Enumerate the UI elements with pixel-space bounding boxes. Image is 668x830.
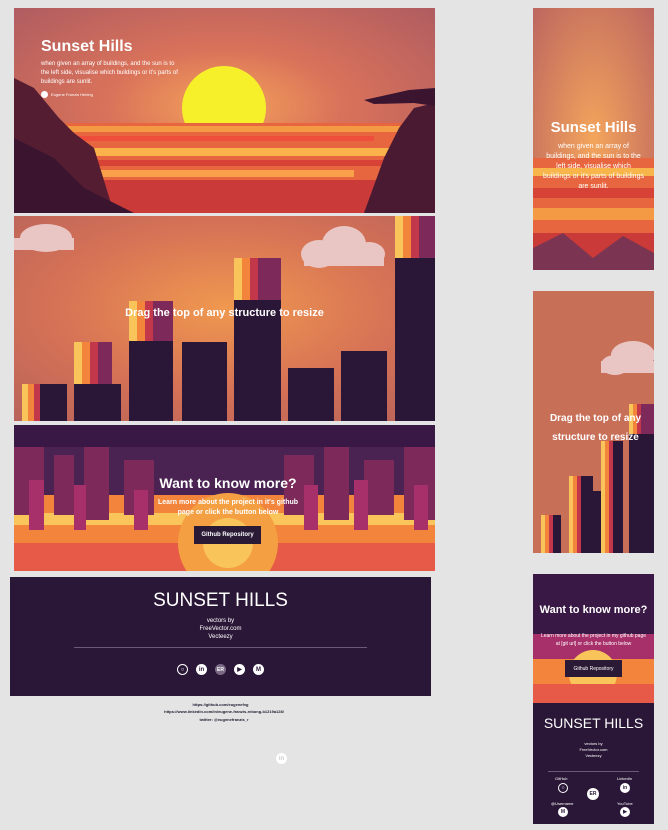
mobile-linkedin-icon[interactable]: in (620, 783, 630, 793)
footer-credit-2[interactable]: FreeVector.com (10, 626, 431, 632)
footer-title: SUNSET HILLS (153, 590, 288, 611)
mobile-more-text: Learn more about the project in my githu… (540, 633, 647, 647)
linkedin-icon[interactable]: in (196, 664, 207, 675)
mobile-footer-credit-3[interactable]: Vecteezy (533, 753, 654, 758)
twitter-link[interactable]: twitter: @eugenefranzis_r (10, 717, 438, 722)
behance-icon[interactable]: ER (215, 664, 226, 675)
mobile-hero-title: Sunset Hills (550, 119, 637, 136)
mobile-more-title: Want to know more? (539, 604, 648, 616)
mobile-behance-icon[interactable]: ER (587, 788, 599, 800)
more-title: Want to know more? (159, 475, 297, 491)
more-text: Learn more about the project in it's git… (157, 499, 299, 516)
mobile-linkedin-label: LinkedIn (617, 776, 633, 781)
mobile-footer-credit-2[interactable]: FreeVector.com (533, 747, 654, 752)
mobile-more: Want to know more? Learn more about the … (533, 574, 654, 703)
mobile-drag: Drag the top of any structure to resize (533, 291, 654, 553)
mobile-footer-title: SUNSET HILLS (543, 715, 644, 731)
mobile-hero-text: when given an array of buildings, and th… (543, 143, 644, 190)
hero-title: Sunset Hills (41, 38, 133, 55)
mobile-gmail-label: @Username (551, 801, 574, 806)
drag-section: Drag the top of any structure to resize (14, 216, 435, 421)
mobile-drag-title: Drag the top of any structure to resize (549, 413, 642, 443)
author-avatar (41, 91, 48, 98)
github-link[interactable]: https://github.com/eugenefvg (10, 702, 431, 707)
mobile-gmail-icon[interactable]: M (558, 807, 568, 817)
hero-description: when given an array of buildings, and th… (41, 61, 178, 85)
mobile-footer-credit-1: vectors by (584, 741, 603, 746)
mobile-github-button[interactable]: Github Repository (565, 660, 622, 677)
gmail-icon[interactable]: M (253, 664, 264, 675)
mobile-youtube-icon[interactable]: ▶ (620, 807, 630, 817)
footer-divider (74, 647, 367, 648)
mobile-hero-background (533, 8, 654, 270)
footer-credit-1: vectors by (206, 618, 235, 624)
linkedin-link[interactable]: https://www.linkedin.com/in/eugene-franz… (10, 709, 438, 714)
mobile-github-label: GitHub (555, 776, 568, 781)
footer: SUNSET HILLS vectors by FreeVector.com V… (10, 577, 431, 696)
hero-author: Eugene Franzis Hebing (51, 92, 93, 97)
mobile-hero: Sunset Hills when given an array of buil… (533, 8, 654, 270)
mobile-footer: SUNSET HILLS vectors by FreeVector.com V… (533, 703, 654, 824)
mobile-github-icon[interactable]: ○ (558, 783, 568, 793)
github-icon[interactable]: ○ (177, 664, 188, 675)
hero-section: Sunset Hills when given an array of buil… (14, 8, 435, 213)
linkedin-floating-icon[interactable]: in (276, 753, 287, 764)
github-repo-button[interactable]: Github Repository (194, 526, 261, 544)
youtube-icon[interactable]: ▶ (234, 664, 245, 675)
drag-title: Drag the top of any structure to resize (125, 307, 324, 319)
more-section: Want to know more? Learn more about the … (14, 425, 435, 571)
footer-credit-3[interactable]: Vecteezy (10, 634, 431, 640)
mobile-youtube-label: YouTube (617, 801, 633, 806)
mobile-footer-divider (548, 771, 639, 772)
